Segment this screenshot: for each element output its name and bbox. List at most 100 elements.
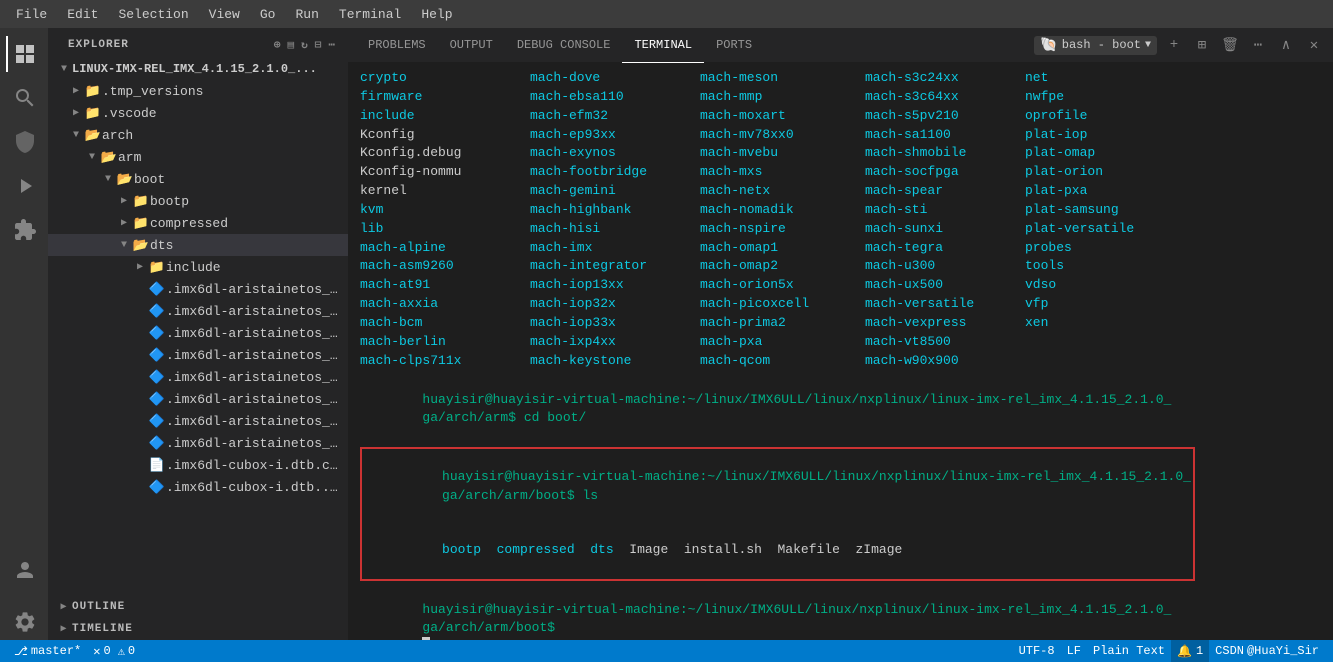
close-panel-btn[interactable]: ✕ [1303, 34, 1325, 56]
col3-row9: mach-omap1 [700, 239, 865, 258]
folder-icon: 📂 [116, 172, 134, 187]
add-terminal-btn[interactable]: + [1163, 34, 1185, 56]
status-csdn[interactable]: CSDN @HuaYi_Sir [1209, 640, 1325, 662]
col3-row14: mach-pxa [700, 333, 865, 352]
col1-row13: mach-bcm [360, 314, 530, 333]
tree-compressed[interactable]: ▶ 📁 compressed [48, 212, 348, 234]
tree-include[interactable]: ▶ 📁 include [48, 256, 348, 278]
tree-file-5[interactable]: ▶ 🔷 .imx6dl-aristainetos_7.... [48, 366, 348, 388]
col2-row0: mach-dove [530, 69, 700, 88]
tree-arch[interactable]: ▼ 📂 arch [48, 124, 348, 146]
tree-file-6[interactable]: ▶ 🔷 .imx6dl-aristainetos_7.... [48, 388, 348, 410]
menu-help[interactable]: Help [413, 5, 460, 24]
item-label: bootp [150, 194, 340, 209]
col5-row9: probes [1025, 239, 1145, 258]
more-options-icon[interactable]: ⋯ [328, 38, 336, 52]
kill-terminal-btn[interactable]: 🗑 [1219, 34, 1241, 56]
activity-explorer[interactable] [6, 36, 42, 72]
tree-file-3[interactable]: ▶ 🔷 .imx6dl-aristainetos_4.... [48, 322, 348, 344]
file-icon: 🔷 [148, 436, 166, 451]
menu-view[interactable]: View [201, 5, 248, 24]
item-label: compressed [150, 216, 340, 231]
col2-row13: mach-iop33x [530, 314, 700, 333]
tree-file-8[interactable]: ▶ 🔷 .imx6dl-aristainetos_7.... [48, 432, 348, 454]
new-file-icon[interactable]: ⊕ [274, 38, 282, 52]
status-notification[interactable]: 🔔 1 [1171, 640, 1209, 662]
warning-count: 0 [128, 644, 135, 658]
tree-arm[interactable]: ▼ 📂 arm [48, 146, 348, 168]
terminal-controls: 🐚 bash - boot ▼ + ⊞ 🗑 ⋯ ∧ ✕ [1034, 34, 1325, 56]
outline-header[interactable]: ▶ OUTLINE [48, 596, 348, 618]
tree-tmp-versions[interactable]: ▶ 📁 .tmp_versions [48, 80, 348, 102]
ls-output-line: bootp compressed dts Image install.sh Ma… [364, 523, 1191, 578]
refresh-icon[interactable]: ↻ [301, 38, 309, 52]
status-encoding[interactable]: UTF-8 [1013, 640, 1061, 662]
tree-boot[interactable]: ▼ 📂 boot [48, 168, 348, 190]
tree-file-10[interactable]: ▶ 🔷 .imx6dl-cubox-i.dtb.... [48, 476, 348, 498]
new-folder-icon[interactable]: ▤ [288, 38, 296, 52]
tree-vscode[interactable]: ▶ 📁 .vscode [48, 102, 348, 124]
file-icon: 🔷 [148, 304, 166, 319]
ls-command-line: huayisir@huayisir-virtual-machine:~/linu… [364, 450, 1191, 523]
status-git[interactable]: ⎇ master* [8, 640, 87, 662]
tree-file-2[interactable]: ▶ 🔷 .imx6dl-aristainetos_4.... [48, 300, 348, 322]
prompt2-cont: ga/arch/arm/boot$ ls [442, 488, 598, 503]
dts-text: dts [590, 542, 629, 557]
tab-problems[interactable]: PROBLEMS [356, 28, 438, 63]
activity-source-control[interactable] [6, 124, 42, 160]
col5-row4: plat-omap [1025, 144, 1145, 163]
tree-file-4[interactable]: ▶ 🔷 .imx6dl-aristainetos_4.... [48, 344, 348, 366]
collapse-icon[interactable]: ⊟ [315, 38, 323, 52]
shell-icon: 🐚 [1040, 37, 1057, 54]
tree-file-1[interactable]: ▶ 🔷 .imx6dl-aristainetos_4.... [48, 278, 348, 300]
tree-file-9[interactable]: ▶ 📄 .imx6dl-cubox-i.dtb.cmd [48, 454, 348, 476]
col3-row3: mach-mv78xx0 [700, 126, 865, 145]
tree-file-7[interactable]: ▶ 🔷 .imx6dl-aristainetos_7.... [48, 410, 348, 432]
maximize-panel-btn[interactable]: ∧ [1275, 34, 1297, 56]
terminal-content[interactable]: crypto firmware include Kconfig Kconfig.… [348, 63, 1333, 640]
tab-output[interactable]: OUTPUT [438, 28, 505, 63]
shell-dropdown-icon[interactable]: ▼ [1145, 40, 1151, 51]
tree-root[interactable]: ▼ LINUX-IMX-REL_IMX_4.1.15_2.1.0_... [48, 58, 348, 80]
col3: mach-meson mach-mmp mach-moxart mach-mv7… [700, 69, 865, 371]
item-label: .imx6dl-cubox-i.dtb.... [166, 480, 340, 495]
col4-row6: mach-spear [865, 182, 1025, 201]
prompt3-cont: ga/arch/arm/boot$ [422, 620, 562, 635]
tab-terminal[interactable]: TERMINAL [622, 28, 704, 63]
status-errors[interactable]: ✕ 0 ⚠ 0 [87, 640, 141, 662]
folder-icon: 📁 [148, 260, 166, 275]
menu-selection[interactable]: Selection [110, 5, 196, 24]
tab-debug-console[interactable]: DEBUG CONSOLE [505, 28, 623, 63]
tree-dts[interactable]: ▼ 📂 dts [48, 234, 348, 256]
folder-icon: 📁 [132, 216, 150, 231]
col5-row1: nwfpe [1025, 88, 1145, 107]
timeline-header[interactable]: ▶ TIMELINE [48, 618, 348, 640]
menu-edit[interactable]: Edit [59, 5, 106, 24]
tab-ports[interactable]: PORTS [704, 28, 764, 63]
col5: net nwfpe oprofile plat-iop plat-omap pl… [1025, 69, 1145, 371]
menu-file[interactable]: File [8, 5, 55, 24]
col4-row12: mach-versatile [865, 295, 1025, 314]
menu-go[interactable]: Go [252, 5, 284, 24]
split-terminal-btn[interactable]: ⊞ [1191, 34, 1213, 56]
activity-extensions[interactable] [6, 212, 42, 248]
tree-bootp[interactable]: ▶ 📁 bootp [48, 190, 348, 212]
menu-run[interactable]: Run [287, 5, 326, 24]
col3-row4: mach-mvebu [700, 144, 865, 163]
csdn-user: @HuaYi_Sir [1247, 644, 1319, 658]
activity-account[interactable] [6, 552, 42, 588]
activity-search[interactable] [6, 80, 42, 116]
folder-icon: 📂 [132, 238, 150, 253]
col4-row4: mach-shmobile [865, 144, 1025, 163]
activity-settings[interactable] [6, 604, 42, 640]
activity-run-debug[interactable] [6, 168, 42, 204]
status-line-ending[interactable]: LF [1061, 640, 1087, 662]
menu-terminal[interactable]: Terminal [331, 5, 409, 24]
status-language[interactable]: Plain Text [1087, 640, 1171, 662]
menu-bar: File Edit Selection View Go Run Terminal… [0, 0, 1333, 28]
ls-listing: crypto firmware include Kconfig Kconfig.… [360, 69, 1321, 371]
prompt2-text: huayisir@huayisir-virtual-machine:~/linu… [442, 469, 1191, 484]
col4: mach-s3c24xx mach-s3c64xx mach-s5pv210 m… [865, 69, 1025, 371]
col2: mach-dove mach-ebsa110 mach-efm32 mach-e… [530, 69, 700, 371]
more-actions-btn[interactable]: ⋯ [1247, 34, 1269, 56]
